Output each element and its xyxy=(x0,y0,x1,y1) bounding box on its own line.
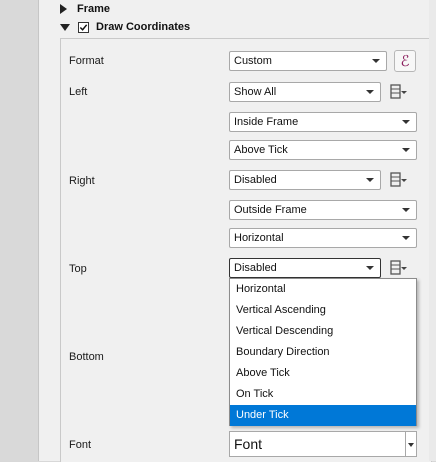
top-data-defined-button[interactable] xyxy=(388,257,410,279)
dropdown-item-vertical-descending[interactable]: Vertical Descending xyxy=(230,321,416,342)
chevron-down-icon xyxy=(372,59,380,63)
left-label: Left xyxy=(69,86,88,98)
font-button[interactable]: Font xyxy=(229,431,417,457)
checkmark-icon xyxy=(79,23,88,31)
font-button-divider xyxy=(405,432,406,456)
data-defined-override-icon xyxy=(390,172,407,187)
top-direction-dropdown-list[interactable]: Horizontal Vertical Ascending Vertical D… xyxy=(229,278,417,426)
draw-coordinates-group-header[interactable]: Draw Coordinates xyxy=(60,18,190,36)
right-direction-combo[interactable]: Horizontal xyxy=(229,228,417,248)
epsilon-icon: ℰ xyxy=(400,51,410,70)
font-label: Font xyxy=(69,439,92,451)
dropdown-item-under-tick[interactable]: Under Tick xyxy=(230,405,416,426)
right-position-combo[interactable]: Outside Frame xyxy=(229,200,417,220)
left-direction-combo[interactable]: Above Tick xyxy=(229,140,417,160)
chevron-down-icon xyxy=(402,236,410,240)
data-defined-override-icon xyxy=(390,260,407,275)
dropdown-item-vertical-ascending[interactable]: Vertical Ascending xyxy=(230,300,416,321)
expand-arrow-icon[interactable] xyxy=(60,4,67,14)
right-mode-combo[interactable]: Disabled xyxy=(229,170,381,190)
left-position-value: Inside Frame xyxy=(234,116,299,128)
left-data-defined-button[interactable] xyxy=(388,81,410,103)
top-label: Top xyxy=(69,263,87,275)
left-mode-combo[interactable]: Show All xyxy=(229,82,381,102)
frame-group-label: Frame xyxy=(77,3,111,15)
dropdown-item-horizontal[interactable]: Horizontal xyxy=(230,279,416,300)
format-label: Format xyxy=(69,55,104,67)
font-button-label: Font xyxy=(234,436,263,452)
left-direction-value: Above Tick xyxy=(234,144,288,156)
chevron-down-icon xyxy=(402,208,410,212)
top-mode-combo[interactable]: Disabled xyxy=(229,258,381,278)
dropdown-item-on-tick[interactable]: On Tick xyxy=(230,384,416,405)
bottom-label: Bottom xyxy=(69,351,104,363)
left-panel-strip xyxy=(0,0,39,461)
expression-button[interactable]: ℰ xyxy=(394,50,416,72)
right-data-defined-button[interactable] xyxy=(388,169,410,191)
dropdown-item-above-tick[interactable]: Above Tick xyxy=(230,363,416,384)
chevron-down-icon[interactable] xyxy=(408,443,414,447)
left-mode-value: Show All xyxy=(234,86,277,98)
right-label: Right xyxy=(69,175,95,187)
chevron-down-icon xyxy=(366,266,374,270)
right-mode-value: Disabled xyxy=(234,174,277,186)
right-position-value: Outside Frame xyxy=(234,204,307,216)
right-direction-value: Horizontal xyxy=(234,232,284,244)
data-defined-override-icon xyxy=(390,84,407,99)
draw-coordinates-checkbox[interactable] xyxy=(78,21,89,33)
format-combo[interactable]: Custom xyxy=(229,51,387,71)
dropdown-item-boundary-direction[interactable]: Boundary Direction xyxy=(230,342,416,363)
draw-coordinates-label: Draw Coordinates xyxy=(96,21,191,33)
chevron-down-icon xyxy=(402,148,410,152)
chevron-down-icon xyxy=(366,90,374,94)
top-mode-value: Disabled xyxy=(234,262,277,274)
left-position-combo[interactable]: Inside Frame xyxy=(229,112,417,132)
format-combo-value: Custom xyxy=(234,55,272,67)
vertical-scrollbar[interactable] xyxy=(429,0,436,461)
chevron-down-icon xyxy=(366,178,374,182)
chevron-down-icon xyxy=(402,120,410,124)
frame-group-header[interactable]: Frame xyxy=(60,0,110,18)
collapse-arrow-icon[interactable] xyxy=(60,23,70,31)
